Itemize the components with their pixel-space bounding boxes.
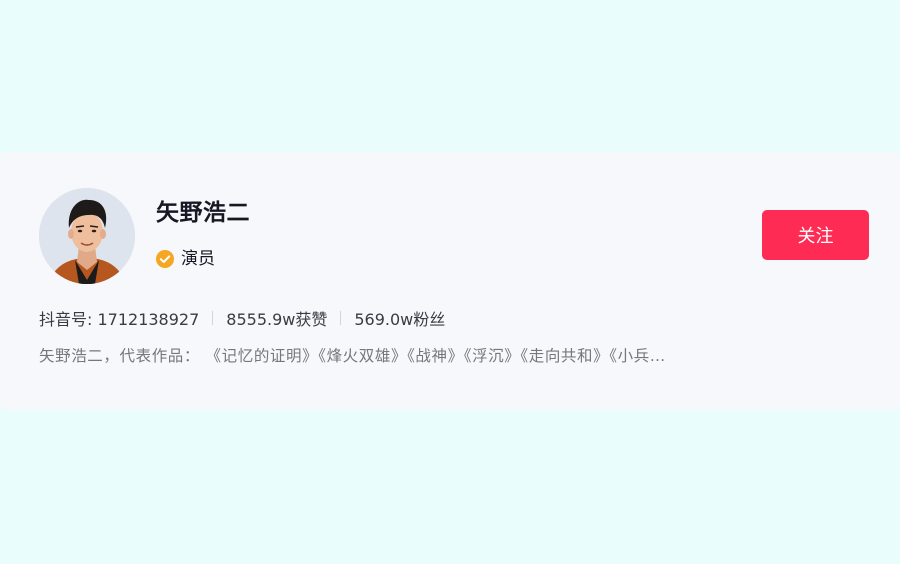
verification-label: 演员 <box>181 249 215 269</box>
profile-name: 矢野浩二 <box>156 200 250 226</box>
follow-button[interactable]: 关注 <box>762 210 869 260</box>
stats-divider <box>212 311 214 325</box>
avatar-portrait <box>39 188 135 284</box>
douyin-id: 抖音号: 1712138927 <box>39 310 200 329</box>
followers-count: 569.0w粉丝 <box>354 310 446 329</box>
verification-badge: 演员 <box>156 248 215 270</box>
avatar[interactable] <box>39 188 135 284</box>
profile-bio: 矢野浩二，代表作品： 《记忆的证明》《烽火双雄》《战神》《浮沉》《走向共和》《小… <box>39 347 666 365</box>
likes-count: 8555.9w获赞 <box>226 310 328 329</box>
profile-card: 矢野浩二 演员 关注 抖音号: 1712138927 8555.9w获赞 569… <box>0 152 900 410</box>
check-badge-icon <box>156 250 174 268</box>
profile-stats: 抖音号: 1712138927 8555.9w获赞 569.0w粉丝 <box>39 306 445 330</box>
stats-divider <box>340 311 342 325</box>
